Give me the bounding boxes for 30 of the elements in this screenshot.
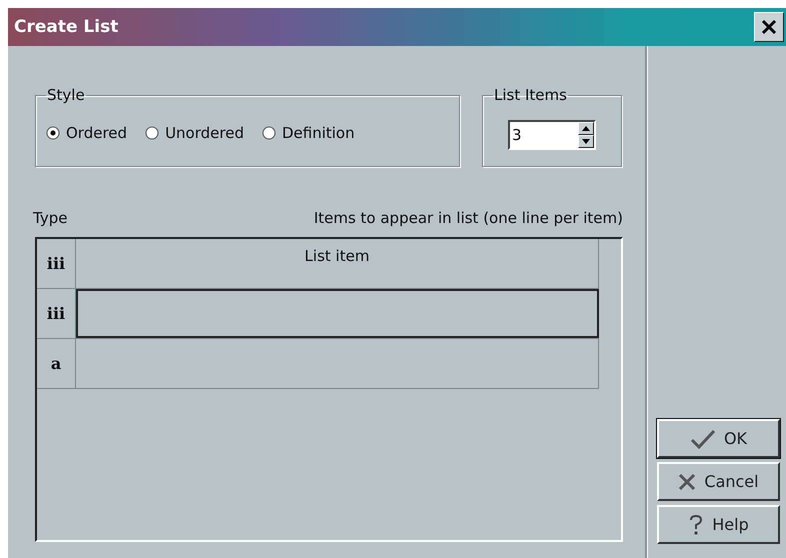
type-cell[interactable]: iii	[37, 289, 76, 338]
spin-down-button[interactable]	[578, 135, 594, 148]
close-icon	[678, 472, 696, 490]
close-icon	[761, 19, 777, 35]
down-arrow-icon	[582, 139, 590, 144]
help-icon	[688, 514, 704, 536]
column-label: Type	[33, 209, 68, 227]
spin-up-button[interactable]	[578, 122, 594, 135]
radio-button[interactable]	[46, 126, 60, 140]
group-label: Style	[46, 86, 86, 104]
spin-field[interactable]: 3	[508, 120, 596, 150]
item-cell[interactable]	[76, 289, 599, 338]
radio-option[interactable]: Ordered	[46, 124, 128, 142]
close-button[interactable]	[754, 12, 784, 42]
cancel-button[interactable]: Cancel	[657, 462, 780, 501]
radio-option[interactable]: Unordered	[145, 124, 244, 142]
help-button[interactable]: Help	[657, 505, 780, 544]
type-cell[interactable]: a	[37, 339, 76, 388]
type-cell[interactable]: iii	[37, 239, 76, 288]
window-title: Create List	[14, 17, 118, 37]
check-icon	[690, 428, 716, 448]
group-label: List Items	[493, 86, 568, 104]
radio-option[interactable]: Definition	[262, 124, 355, 142]
up-arrow-icon	[582, 126, 590, 131]
item-cell[interactable]: List item	[76, 239, 599, 288]
radio-button[interactable]	[145, 126, 160, 140]
field-value: 3	[512, 126, 522, 144]
ok-button[interactable]: OK	[657, 419, 780, 458]
column-label: Items to appear in list (one line per item)	[314, 209, 623, 227]
radio-button[interactable]	[262, 126, 276, 140]
